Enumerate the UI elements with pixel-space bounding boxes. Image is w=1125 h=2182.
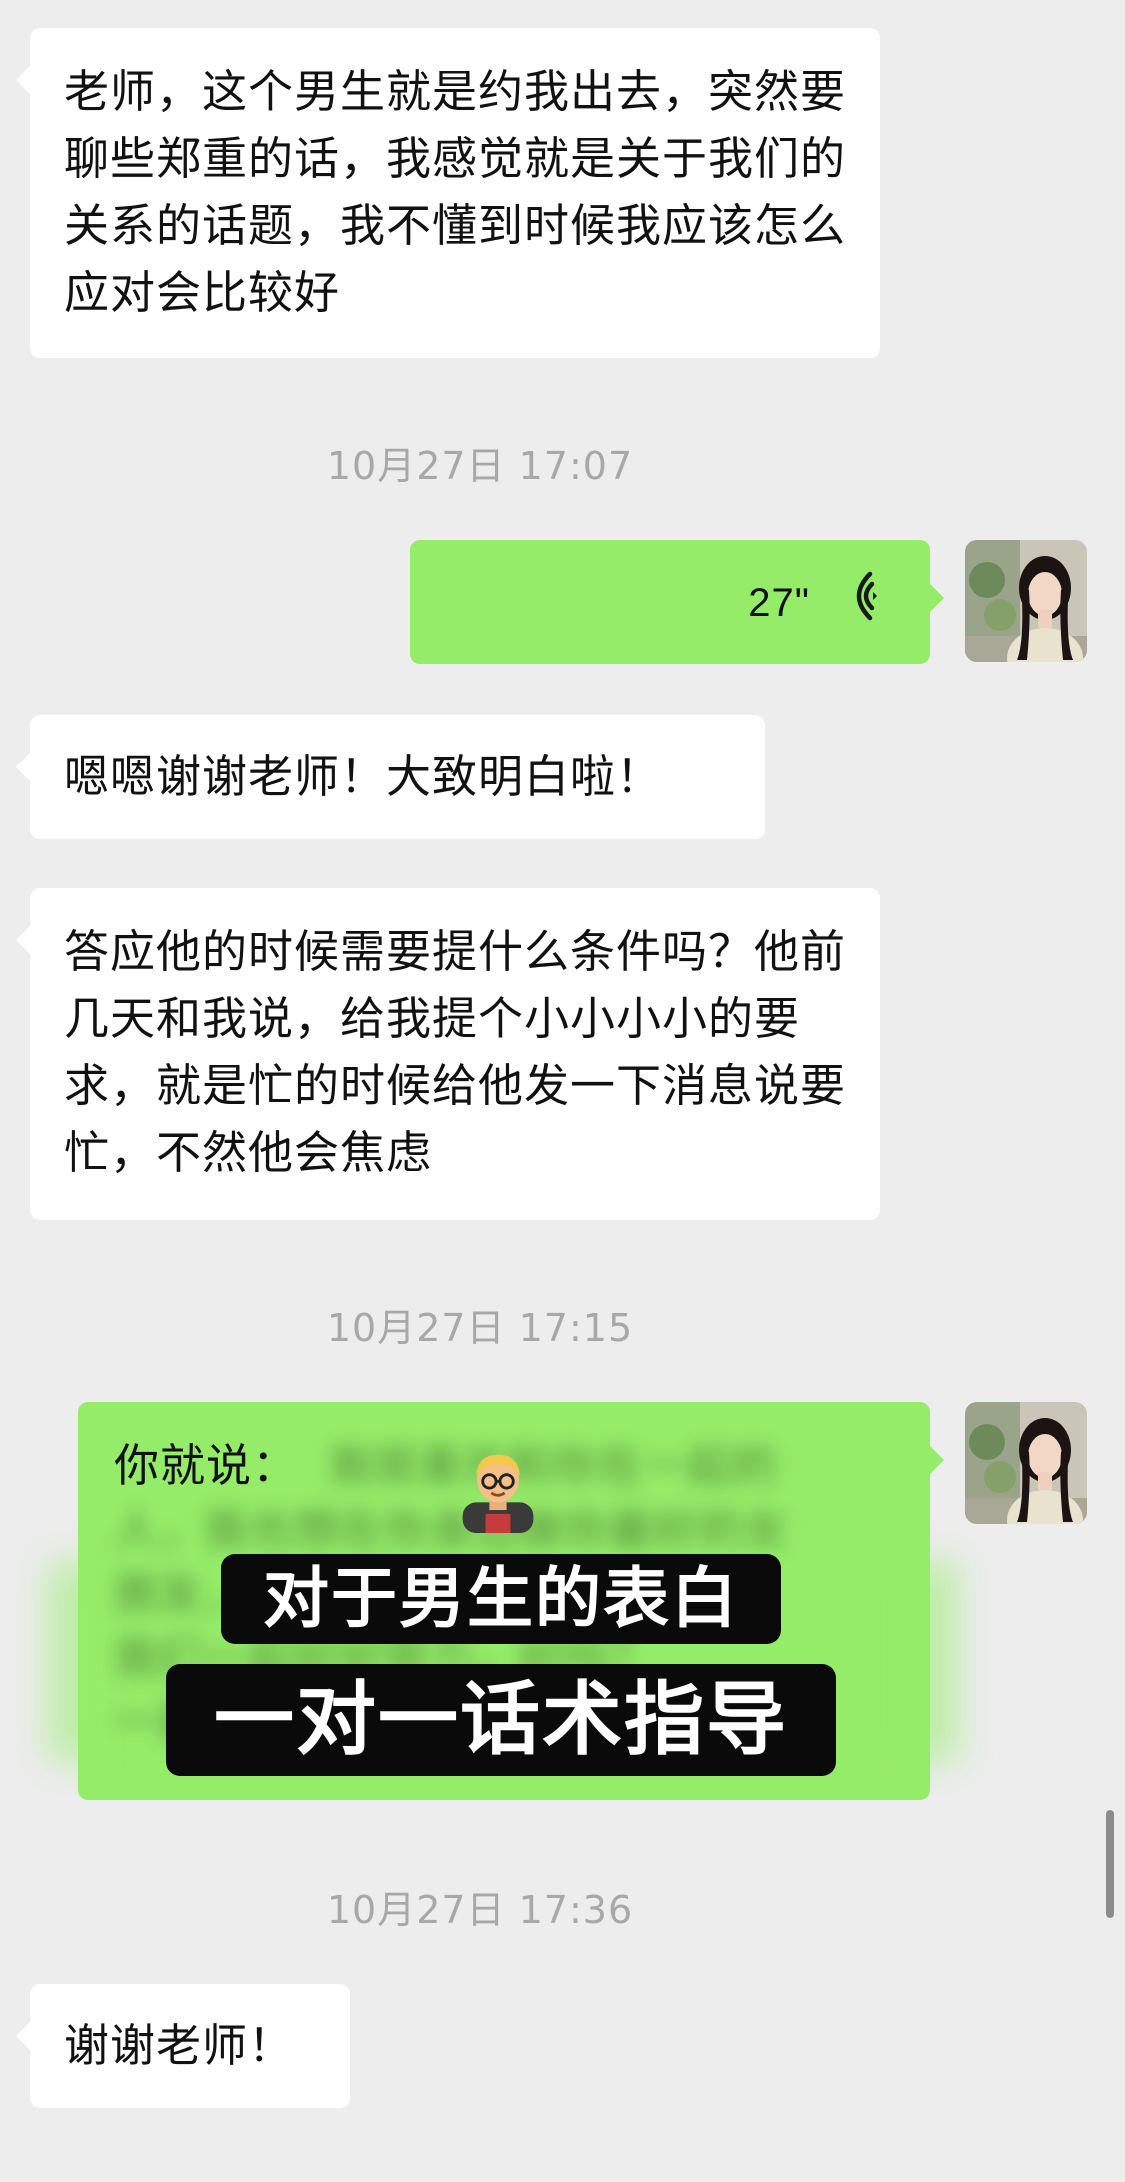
user-avatar[interactable] bbox=[965, 540, 1087, 662]
incoming-message[interactable]: 谢谢老师！ bbox=[16, 1984, 350, 2108]
message-text: 老师，这个男生就是约我出去，突然要聊些郑重的话，我感觉就是关于我们的关系的话题，… bbox=[64, 65, 847, 319]
blur-spill bbox=[898, 1562, 958, 1762]
voice-duration: 27" bbox=[748, 581, 810, 625]
voice-message[interactable]: 27" bbox=[410, 540, 944, 664]
incoming-message[interactable]: 老师，这个男生就是约我出去，突然要聊些郑重的话，我感觉就是关于我们的关系的话题，… bbox=[16, 28, 880, 358]
reply-prefix: 你就说： bbox=[114, 1439, 299, 1492]
message-text: 嗯嗯谢谢老师！大致明白啦！ bbox=[64, 750, 663, 803]
scrollbar[interactable] bbox=[1106, 1810, 1114, 1918]
message-text: 谢谢老师！ bbox=[64, 2019, 295, 2072]
timestamp: 10月27日 17:15 bbox=[326, 1306, 634, 1350]
blurred-reply-line: 我很喜欢和你在一起的 bbox=[328, 1441, 778, 1492]
outgoing-reply-message[interactable]: 你就说： 我很喜欢和你在一起的 人，我也想在你身边做你最好的女 朋友，我很愿意和… bbox=[48, 1402, 958, 1800]
user-avatar[interactable] bbox=[965, 1402, 1087, 1524]
teacher-emoji-icon bbox=[462, 1454, 534, 1533]
message-text: 答应他的时候需要提什么条件吗？他前几天和我说，给我提个小小小小的要求，就是忙的时… bbox=[64, 925, 847, 1179]
timestamp: 10月27日 17:07 bbox=[326, 444, 634, 488]
voice-wave-icon bbox=[856, 571, 877, 621]
timestamp: 10月27日 17:36 bbox=[326, 1888, 634, 1932]
overlay-caption-line2: 一对一话术指导 bbox=[166, 1664, 836, 1776]
incoming-message[interactable]: 答应他的时候需要提什么条件吗？他前几天和我说，给我提个小小小小的要求，就是忙的时… bbox=[16, 888, 880, 1220]
blur-spill bbox=[48, 1562, 108, 1762]
chat-conversation: 老师，这个男生就是约我出去，突然要聊些郑重的话，我感觉就是关于我们的关系的话题，… bbox=[0, 0, 1125, 2182]
incoming-message[interactable]: 嗯嗯谢谢老师！大致明白啦！ bbox=[16, 715, 765, 839]
overlay-caption-line1: 对于男生的表白 bbox=[221, 1554, 781, 1644]
blurred-reply-line: 人，我也想在你身边做你最好的女 bbox=[114, 1505, 789, 1556]
